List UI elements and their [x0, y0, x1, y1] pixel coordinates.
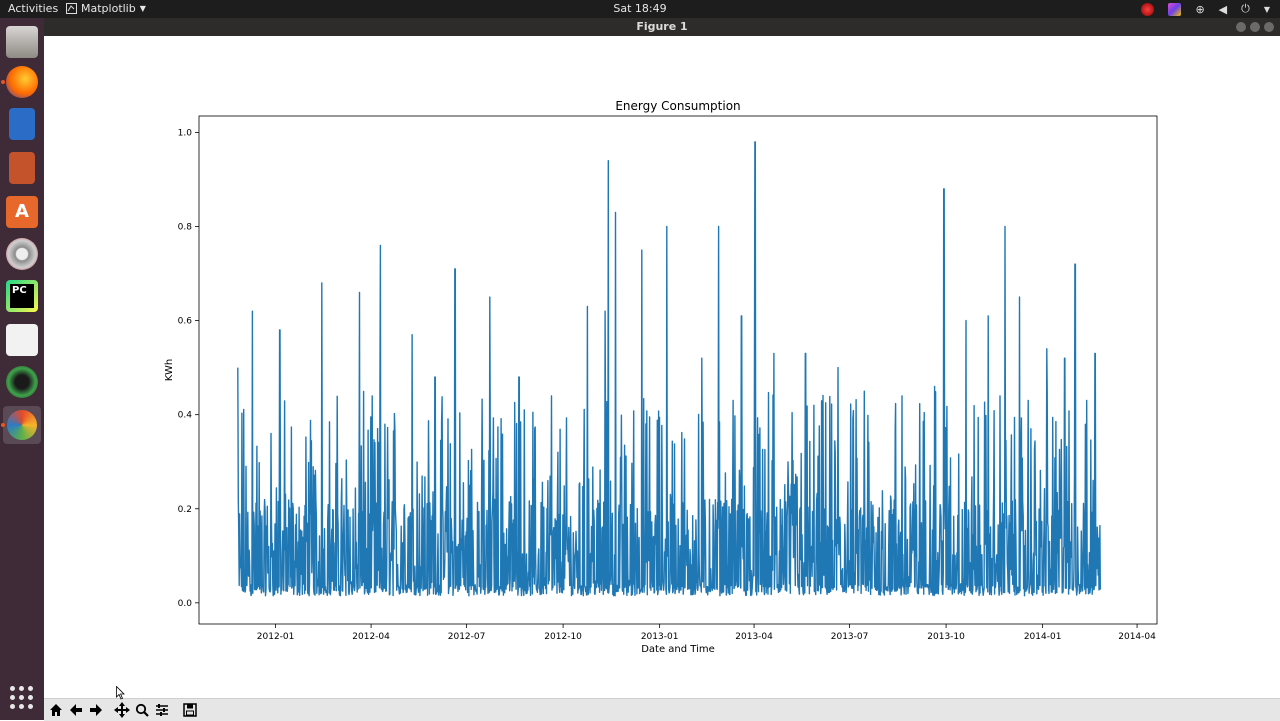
dock: A PC	[0, 18, 44, 720]
back-icon	[70, 704, 82, 716]
chevron-down-icon[interactable]: ▼	[1264, 5, 1270, 14]
y-tick-label: 1.0	[178, 128, 193, 138]
window-title: Figure 1	[636, 20, 688, 33]
network-icon[interactable]: ⊕	[1195, 3, 1204, 16]
close-button[interactable]	[1264, 22, 1274, 32]
save-icon	[183, 703, 197, 717]
y-tick-label: 0.0	[178, 599, 193, 609]
navigation-toolbar	[44, 698, 1280, 721]
pycharm-icon[interactable]: PC	[6, 280, 38, 312]
x-tick-label: 2013-01	[641, 632, 679, 642]
matplotlib-icon[interactable]	[3, 406, 41, 444]
zoom-button[interactable]	[134, 702, 150, 718]
minimize-button[interactable]	[1236, 22, 1246, 32]
y-axis-label: KWh	[164, 359, 175, 381]
y-tick-label: 0.4	[178, 411, 193, 421]
clock[interactable]: Sat 18:49	[613, 2, 666, 15]
pan-button[interactable]	[114, 702, 130, 718]
save-button[interactable]	[182, 702, 198, 718]
power-icon[interactable]: ⏻	[1241, 2, 1250, 16]
configure-subplots-icon	[156, 704, 168, 716]
x-tick-label: 2012-10	[544, 632, 582, 642]
system-tray: ⊕ ◀ ⏻ ▼	[1141, 2, 1270, 16]
configure-subplots-button[interactable]	[154, 702, 170, 718]
firefox-icon[interactable]	[6, 66, 38, 98]
x-tick-label: 2013-10	[927, 632, 965, 642]
top-bar: Activities Matplotlib ▼ Sat 18:49 ⊕ ◀ ⏻ …	[0, 0, 1280, 18]
figure-canvas[interactable]: 2012-01 2012-04 2012-07 2012-10 2013-01 2013-…	[44, 36, 1280, 698]
record-icon[interactable]	[1141, 2, 1155, 16]
colorful-app-icon[interactable]	[1168, 2, 1182, 16]
y-tick-label: 0.6	[178, 317, 193, 327]
back-button[interactable]	[68, 702, 84, 718]
camera-icon[interactable]	[6, 366, 38, 398]
window-titlebar[interactable]: Figure 1	[44, 18, 1280, 36]
zoom-icon	[135, 703, 149, 717]
x-tick-label: 2013-07	[831, 632, 869, 642]
pan-icon	[114, 702, 130, 718]
app-menu[interactable]: Matplotlib ▼	[66, 2, 146, 15]
impress-icon[interactable]	[9, 152, 35, 184]
home-icon	[50, 704, 62, 716]
x-tick-label: 2014-04	[1118, 632, 1156, 642]
home-button[interactable]	[48, 702, 64, 718]
x-tick-label: 2012-04	[352, 632, 390, 642]
x-tick-label: 2012-01	[257, 632, 295, 642]
y-tick-label: 0.2	[178, 505, 192, 515]
volume-icon[interactable]: ◀	[1219, 3, 1227, 16]
forward-icon	[90, 704, 102, 716]
mouse-pointer-icon	[116, 686, 125, 700]
text-editor-icon[interactable]	[6, 324, 38, 356]
x-tick-label: 2013-04	[735, 632, 773, 642]
chevron-down-icon: ▼	[139, 4, 146, 13]
x-tick-label: 2014-01	[1024, 632, 1062, 642]
x-tick-label: 2012-07	[448, 632, 486, 642]
software-center-icon[interactable]: A	[6, 196, 38, 228]
settings-icon[interactable]	[6, 238, 38, 270]
writer-icon[interactable]	[9, 108, 35, 140]
chart[interactable]: 2012-01 2012-04 2012-07 2012-10 2013-01 2013-…	[44, 36, 1280, 698]
running-indicator	[1, 423, 5, 427]
y-tick-label: 0.8	[178, 223, 193, 233]
show-applications-icon[interactable]	[10, 686, 34, 710]
running-indicator	[1, 80, 5, 84]
chart-title: Energy Consumption	[615, 99, 740, 113]
series-line	[237, 141, 1101, 597]
forward-button[interactable]	[88, 702, 104, 718]
matplotlib-app-icon	[66, 3, 77, 14]
x-axis-label: Date and Time	[641, 644, 715, 655]
activities-button[interactable]: Activities	[8, 2, 58, 15]
file-manager-icon[interactable]	[6, 26, 38, 58]
app-menu-label: Matplotlib	[81, 2, 136, 15]
maximize-button[interactable]	[1250, 22, 1260, 32]
